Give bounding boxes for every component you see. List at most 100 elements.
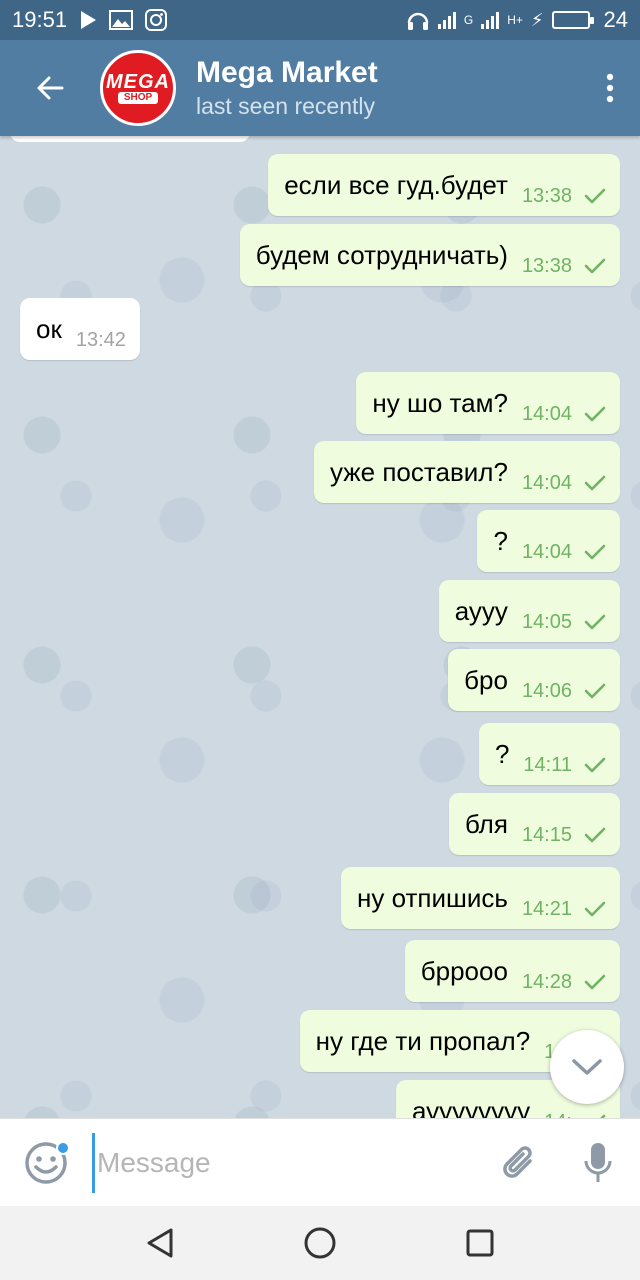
message-time: 14:04	[521, 402, 572, 425]
message-text: ну шо там?	[372, 387, 508, 418]
avatar-logo-text: MEGA	[106, 71, 170, 93]
message-time: 14:21	[521, 897, 572, 920]
message-meta: 14:06	[522, 680, 620, 703]
message-text: ?	[493, 525, 508, 556]
message-time: 13:38	[521, 184, 572, 207]
outgoing-message[interactable]: ну отпишись 14:21	[341, 867, 620, 929]
message-text: ну где ти пропал?	[315, 1025, 531, 1056]
message-meta: 14:05	[522, 611, 620, 634]
partial-bubble-top	[10, 136, 250, 142]
message-meta: 13:38	[522, 185, 620, 208]
message-text: бро	[464, 664, 508, 695]
nav-home-icon	[304, 1227, 336, 1259]
scroll-down-button[interactable]	[550, 1030, 624, 1104]
message-text: бррооо	[420, 955, 508, 986]
message-time: 14:28	[521, 970, 572, 993]
outgoing-message[interactable]: ну шо там? 14:04	[356, 372, 620, 434]
check-icon	[584, 757, 606, 773]
nav-back-icon	[147, 1228, 173, 1258]
check-icon	[584, 188, 606, 204]
message-text: если все гуд.будет	[284, 169, 508, 200]
message-meta: 13:42	[76, 329, 140, 352]
avatar[interactable]: MEGA SHOP	[100, 50, 176, 126]
message-time: 14:05	[521, 610, 572, 633]
message-input[interactable]	[92, 1132, 472, 1193]
message-meta: 14:04	[522, 403, 620, 426]
chevron-down-icon	[572, 1059, 602, 1075]
incoming-message[interactable]: ок 13:42	[20, 298, 140, 360]
nav-recents-button[interactable]	[450, 1213, 510, 1273]
message-time: 14:04	[521, 471, 572, 494]
notification-dot	[56, 1140, 70, 1155]
message-time: 14:06	[521, 679, 572, 702]
message-meta: 14:11	[523, 754, 620, 777]
message-time: 13:42	[75, 328, 126, 351]
outgoing-message[interactable]: ? 14:04	[477, 510, 620, 572]
image-icon	[109, 10, 134, 30]
check-icon	[584, 827, 606, 843]
nav-back-button[interactable]	[130, 1213, 190, 1273]
status-time: 19:51	[12, 7, 68, 32]
attach-button[interactable]	[484, 1119, 556, 1207]
message-meta: 13:38	[522, 255, 620, 278]
message-meta: 14:15	[522, 824, 620, 847]
outgoing-message[interactable]: если все гуд.будет 13:38	[268, 154, 620, 216]
message-list[interactable]: если все гуд.будет 13:38 будем сотрудничат…	[0, 136, 640, 1118]
chat-title-block[interactable]: Mega Market last seen recently	[196, 55, 378, 121]
outgoing-message[interactable]: аууу 14:05	[438, 580, 620, 642]
check-icon	[584, 974, 606, 990]
outgoing-message[interactable]: будем сотрудничать) 13:38	[239, 224, 620, 286]
message-text: ок	[36, 313, 62, 344]
outgoing-message[interactable]: бля 14:15	[448, 793, 620, 855]
signal-icon	[437, 11, 456, 29]
message-text: ?	[494, 738, 510, 769]
battery-level: 24	[603, 7, 628, 32]
network-type-2: H+	[507, 13, 523, 27]
nav-home-button[interactable]	[290, 1213, 350, 1273]
check-icon	[584, 258, 606, 274]
outgoing-message[interactable]: ? 14:11	[478, 723, 620, 785]
signal-icon-2	[481, 11, 500, 29]
message-text: будем сотрудничать)	[255, 239, 508, 270]
message-text: бля	[464, 808, 508, 839]
emoji-button[interactable]	[0, 1119, 92, 1207]
check-icon	[584, 544, 606, 560]
back-arrow-icon	[37, 76, 64, 100]
network-type-1: G	[463, 13, 474, 27]
message-time: 14:11	[523, 753, 572, 776]
play-icon	[81, 11, 97, 29]
message-time: 14:04	[521, 540, 572, 563]
message-meta: 14:21	[522, 898, 620, 921]
chat-title: Mega Market	[196, 56, 378, 89]
headphones-icon	[407, 12, 429, 30]
message-composer	[0, 1118, 640, 1206]
attach-icon	[503, 1145, 532, 1178]
message-time: 13:38	[521, 254, 572, 277]
chat-status: last seen recently	[196, 93, 375, 119]
message-text: ауууууууу	[412, 1095, 531, 1119]
more-vert-icon	[606, 73, 614, 103]
message-meta: 14:04	[522, 541, 620, 564]
message-text: уже поставил?	[329, 456, 508, 487]
avatar-logo-subtext: SHOP	[117, 92, 159, 104]
message-time: 14:	[544, 1111, 572, 1119]
voice-message-button[interactable]	[556, 1119, 640, 1207]
charging-icon: ⚡	[530, 9, 544, 30]
message-text: ну отпишись	[357, 882, 508, 913]
battery-icon	[551, 11, 594, 29]
check-icon	[584, 901, 606, 917]
check-icon	[584, 614, 606, 630]
instagram-icon	[145, 9, 168, 31]
back-button[interactable]	[0, 40, 100, 136]
message-text: аууу	[454, 595, 508, 626]
outgoing-message[interactable]: бро 14:06	[448, 649, 620, 711]
message-meta: 14:	[544, 1111, 620, 1119]
message-meta: 14:28	[522, 971, 620, 994]
outgoing-message[interactable]: уже поставил? 14:04	[313, 441, 620, 503]
system-nav-bar	[0, 1206, 640, 1280]
nav-recents-icon	[466, 1229, 494, 1257]
outgoing-message[interactable]: бррооо 14:28	[404, 940, 620, 1002]
status-bar: 19:51 G H+ ⚡ 24	[0, 0, 640, 40]
chat-header: MEGA SHOP Mega Market last seen recently	[0, 40, 640, 136]
more-options-button[interactable]	[580, 40, 640, 136]
